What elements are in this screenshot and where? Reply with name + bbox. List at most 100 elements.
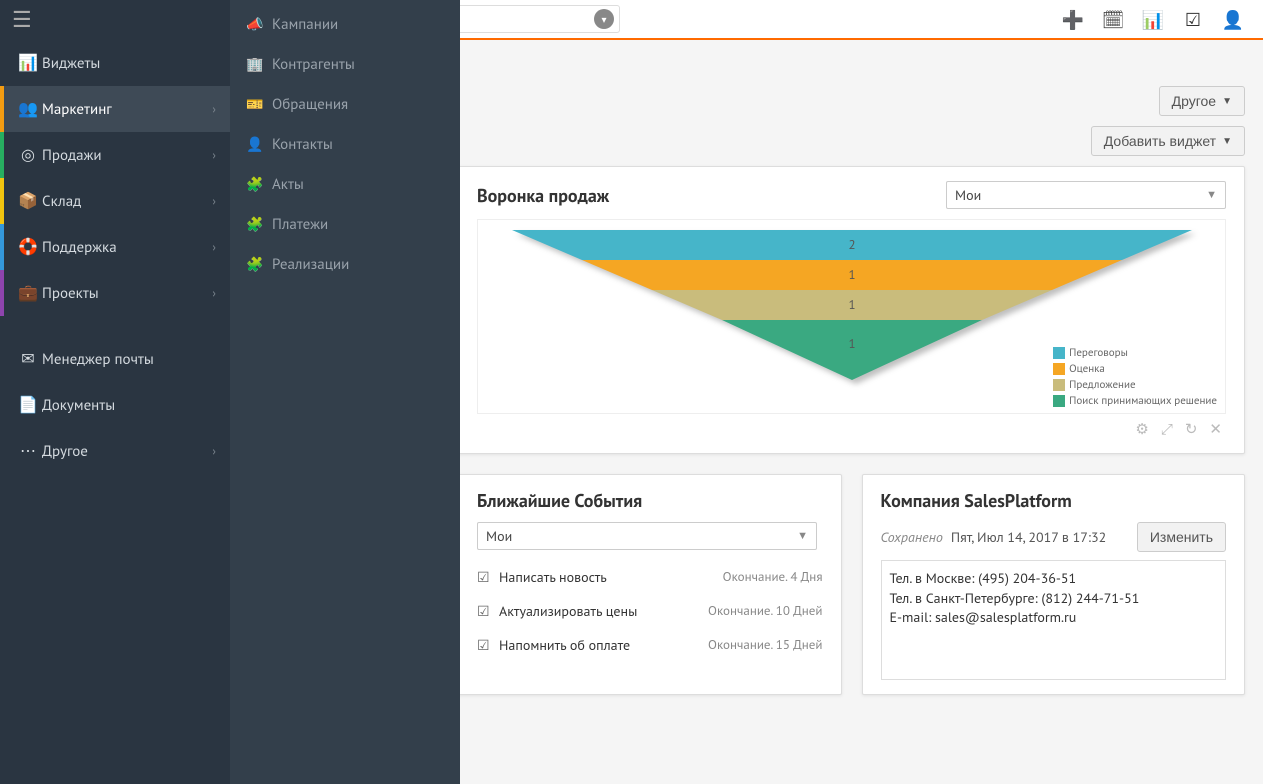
event-due: Окончание. 10 Дней [708,602,822,619]
note-edit-button[interactable]: Изменить [1137,522,1226,552]
sidebar-item-label: Виджеты [42,54,100,73]
note-saved-time: Пят, Июл 14, 2017 в 17:32 [951,528,1106,546]
briefcase-icon: 💼 [14,283,42,303]
widget-refresh-icon[interactable]: ↻ [1185,420,1198,439]
submenu-item-label: Кампании [272,15,338,34]
sidebar-item-0[interactable]: 📊Виджеты [0,40,230,86]
note-content: Тел. в Москве: (495) 204-36-51Тел. в Сан… [881,560,1227,680]
puzzle-icon: 🧩 [246,175,272,193]
funnel-widget: Воронка продаж Мои▼ 2 1 1 1 Переговоры О… [458,166,1245,454]
box-icon: 📦 [14,191,42,211]
widget-actions: ⚙ ⤢ ↻ ✕ [477,414,1226,439]
megaphone-icon: 📣 [246,15,272,33]
submenu-item-1[interactable]: 🏢Контрагенты [230,44,460,84]
chevron-right-icon: › [212,444,216,459]
mail-icon: ✉ [14,349,42,369]
chart-icon[interactable]: 📊 [1133,8,1173,31]
funnel-filter-select[interactable]: Мои▼ [946,181,1226,209]
submenu-item-0[interactable]: 📣Кампании [230,4,460,44]
note-line: Тел. в Санкт-Петербурге: (812) 244-71-51 [890,589,1218,609]
more-icon: ⋯ [14,441,42,461]
funnel-chart: 2 1 1 1 Переговоры Оценка Предложение По… [477,219,1226,414]
calendar-icon[interactable]: 🗓 [1093,8,1133,31]
checklist-icon[interactable]: ☑ [1173,8,1213,31]
sidebar-item-label: Менеджер почты [42,350,154,369]
funnel-legend: Переговоры Оценка Предложение Поиск прин… [1049,345,1221,409]
sidebar-item-label: Поддержка [42,238,117,257]
widget-settings-icon[interactable]: ⚙ [1135,420,1148,439]
submenu-item-label: Контакты [272,135,333,154]
chevron-right-icon: › [212,148,216,163]
funnel-val-0: 2 [848,236,855,253]
chevron-right-icon: › [212,240,216,255]
submenu-item-label: Акты [272,175,304,194]
other-button[interactable]: Другое▼ [1159,86,1245,116]
search-dropdown-icon[interactable]: ▾ [594,9,614,29]
sidebar-item-label: Маркетинг [42,100,112,119]
sidebar-item-3[interactable]: 📦Склад › [0,178,230,224]
note-widget: Компания SalesPlatform Сохранено Пят, Ию… [862,474,1246,695]
life-ring-icon: 🛟 [14,237,42,257]
funnel-val-2: 1 [848,296,855,313]
target-icon: ◎ [14,145,42,165]
sidebar: ☰ 📊Виджеты👥Маркетинг›◎Продажи›📦Склад›🛟По… [0,0,230,784]
event-checkbox[interactable]: ☑ [477,568,499,586]
event-row: ☑Актуализировать ценыОкончание. 10 Дней [477,594,823,628]
event-text: Актуализировать цены [499,602,708,620]
event-row: ☑Написать новостьОкончание. 4 Дня [477,560,823,594]
event-text: Напомнить об оплате [499,636,708,654]
chevron-right-icon: › [212,286,216,301]
doc-icon: 📄 [14,395,42,415]
sidebar-item-2[interactable]: ◎Продажи› [0,132,230,178]
sidebar-lower-1[interactable]: 📄Документы [0,382,230,428]
chevron-right-icon: › [212,194,216,209]
sidebar-item-label: Проекты [42,284,99,303]
funnel-title: Воронка продаж [477,184,609,207]
event-text: Написать новость [499,568,723,586]
sidebar-item-5[interactable]: 💼Проекты › [0,270,230,316]
submenu-item-6[interactable]: 🧩Реализации [230,244,460,284]
sidebar-item-4[interactable]: 🛟Поддержка › [0,224,230,270]
submenu-item-3[interactable]: 👤Контакты [230,124,460,164]
puzzle-icon: 🧩 [246,215,272,233]
event-checkbox[interactable]: ☑ [477,636,499,654]
submenu-marketing: 📣Кампании🏢Контрагенты🎫Обращения👤Контакты… [230,0,460,784]
add-widget-button[interactable]: Добавить виджет▼ [1091,126,1245,156]
submenu-item-label: Реализации [272,255,349,274]
submenu-item-2[interactable]: 🎫Обращения [230,84,460,124]
sidebar-item-label: Другое [42,442,88,461]
event-row: ☑Напомнить об оплатеОкончание. 15 Дней [477,628,823,662]
hamburger-icon[interactable]: ☰ [0,0,230,40]
sidebar-item-label: Склад [42,192,81,211]
puzzle-icon: 🧩 [246,255,272,273]
funnel-val-1: 1 [848,266,855,283]
widget-expand-icon[interactable]: ⤢ [1161,420,1173,439]
events-widget: Ближайшие События Мои▼ ☑Написать новость… [458,474,842,695]
group-icon: 👥 [14,99,42,119]
submenu-item-5[interactable]: 🧩Платежи [230,204,460,244]
event-checkbox[interactable]: ☑ [477,602,499,620]
widget-close-icon[interactable]: ✕ [1209,420,1222,439]
sidebar-item-1[interactable]: 👥Маркетинг › [0,86,230,132]
funnel-val-3: 1 [848,335,855,352]
dashboard-icon: 📊 [14,53,42,73]
events-title: Ближайшие События [477,489,823,512]
submenu-item-label: Обращения [272,95,348,114]
sidebar-lower-0[interactable]: ✉Менеджер почты [0,336,230,382]
person-icon: 👤 [246,135,272,153]
sidebar-item-label: Документы [42,396,115,415]
events-filter-select[interactable]: Мои▼ [477,522,817,550]
sidebar-lower-2[interactable]: ⋯Другое › [0,428,230,474]
ticket-icon: 🎫 [246,95,272,113]
note-line: Тел. в Москве: (495) 204-36-51 [890,569,1218,589]
note-saved-label: Сохранено [881,528,943,546]
user-icon[interactable]: 👤 [1213,8,1253,31]
event-due: Окончание. 4 Дня [723,568,823,585]
event-due: Окончание. 15 Дней [708,636,822,653]
note-line: E-mail: sales@salesplatform.ru [890,608,1218,628]
plus-icon[interactable]: ➕ [1053,8,1093,31]
chevron-right-icon: › [212,102,216,117]
note-title: Компания SalesPlatform [881,489,1227,512]
submenu-item-4[interactable]: 🧩Акты [230,164,460,204]
submenu-item-label: Платежи [272,215,328,234]
